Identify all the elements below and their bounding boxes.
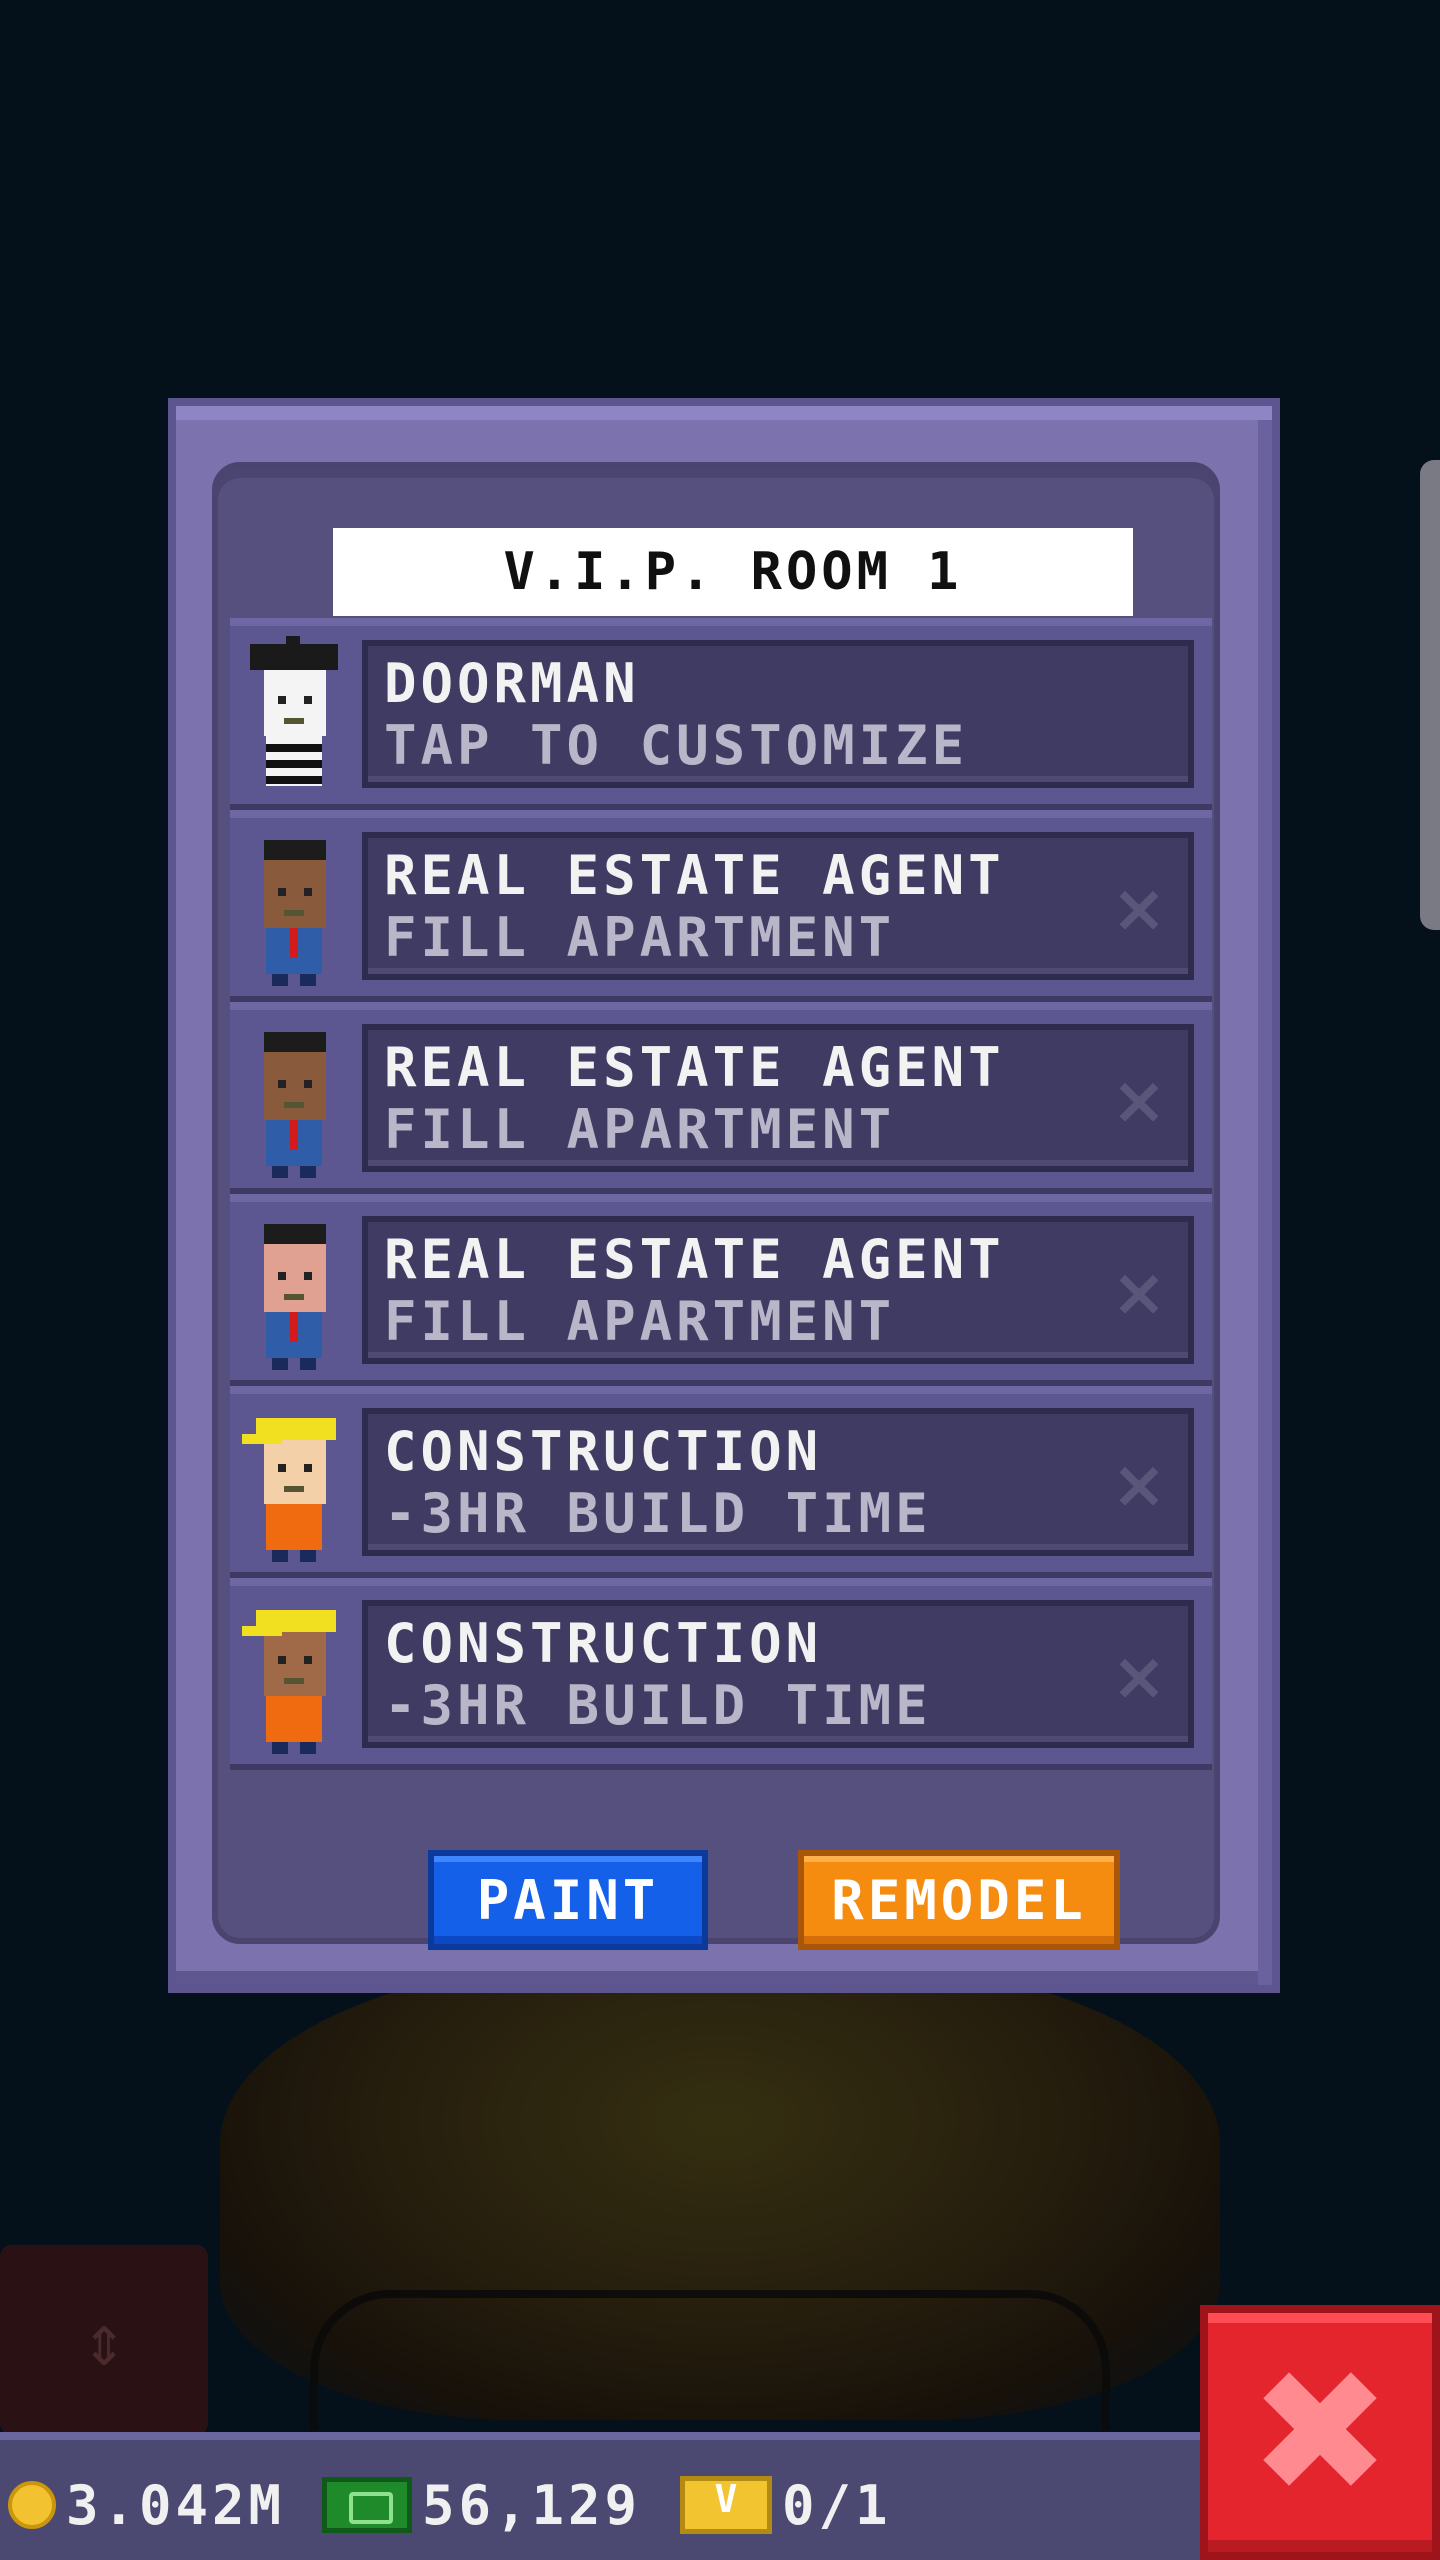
agent-avatar (238, 828, 350, 988)
room-title: V.I.P. ROOM 1 (333, 528, 1133, 616)
evict-icon[interactable]: × (1108, 876, 1170, 942)
side-scroll-tab[interactable] (1420, 460, 1440, 930)
staff-info-box[interactable]: CONSTRUCTION -3HR BUILD TIME × (362, 1408, 1194, 1556)
elevator-arrows-icon: ⇕ (82, 2298, 126, 2382)
staff-role-label: REAL ESTATE AGENT (384, 1228, 1005, 1291)
staff-subtitle: -3HR BUILD TIME (384, 1674, 932, 1737)
staff-info-box[interactable]: REAL ESTATE AGENT FILL APARTMENT × (362, 1024, 1194, 1172)
staff-role-label: REAL ESTATE AGENT (384, 1036, 1005, 1099)
staff-info-box[interactable]: REAL ESTATE AGENT FILL APARTMENT × (362, 832, 1194, 980)
bux-counter: 56,129 (322, 2470, 641, 2540)
evict-icon[interactable]: × (1108, 1260, 1170, 1326)
staff-role-label: CONSTRUCTION (384, 1420, 823, 1483)
staff-role-label: REAL ESTATE AGENT (384, 844, 1005, 907)
staff-info-box[interactable]: CONSTRUCTION -3HR BUILD TIME × (362, 1600, 1194, 1748)
staff-role-label: CONSTRUCTION (384, 1612, 823, 1675)
staff-row[interactable]: REAL ESTATE AGENT FILL APARTMENT × (230, 810, 1212, 1002)
staff-row[interactable]: CONSTRUCTION -3HR BUILD TIME × (230, 1578, 1212, 1770)
construction-worker-avatar (238, 1596, 350, 1756)
evict-icon[interactable]: × (1108, 1068, 1170, 1134)
agent-avatar (238, 1020, 350, 1180)
paint-button[interactable]: PAINT (428, 1850, 708, 1950)
room-modal-inner: V.I.P. ROOM 1 DOORMAN TAP TO CUSTOMIZE R… (212, 462, 1220, 1950)
staff-info-box[interactable]: DOORMAN TAP TO CUSTOMIZE (362, 640, 1194, 788)
close-button[interactable]: ✖ (1200, 2305, 1440, 2560)
staff-info-box[interactable]: REAL ESTATE AGENT FILL APARTMENT × (362, 1216, 1194, 1364)
bux-value: 56,129 (422, 2473, 642, 2537)
mime-doorman-avatar (238, 636, 350, 796)
coin-icon (8, 2481, 56, 2529)
bux-icon (322, 2477, 412, 2533)
staff-row[interactable]: CONSTRUCTION -3HR BUILD TIME × (230, 1386, 1212, 1578)
staff-subtitle: FILL APARTMENT (384, 1098, 896, 1161)
elevator-button[interactable]: ⇕ (0, 2245, 208, 2435)
coins-value: 3.042M (66, 2473, 286, 2537)
background-gate (310, 2290, 1110, 2430)
staff-subtitle: FILL APARTMENT (384, 1290, 896, 1353)
staff-list: DOORMAN TAP TO CUSTOMIZE REAL ESTATE AGEN… (230, 618, 1212, 1770)
staff-subtitle: -3HR BUILD TIME (384, 1482, 932, 1545)
vip-ticket-icon (680, 2476, 772, 2534)
evict-icon[interactable]: × (1108, 1644, 1170, 1710)
room-modal: V.I.P. ROOM 1 DOORMAN TAP TO CUSTOMIZE R… (168, 398, 1280, 1993)
agent-avatar (238, 1212, 350, 1372)
remodel-button[interactable]: REMODEL (798, 1850, 1120, 1950)
tickets-counter: 0/1 (680, 2470, 892, 2540)
close-icon: ✖ (1248, 2333, 1392, 2532)
staff-row[interactable]: DOORMAN TAP TO CUSTOMIZE (230, 618, 1212, 810)
staff-row[interactable]: REAL ESTATE AGENT FILL APARTMENT × (230, 1002, 1212, 1194)
staff-row[interactable]: REAL ESTATE AGENT FILL APARTMENT × (230, 1194, 1212, 1386)
staff-role-label: DOORMAN (384, 652, 640, 715)
staff-subtitle: TAP TO CUSTOMIZE (384, 714, 969, 777)
tickets-value: 0/1 (782, 2473, 892, 2537)
construction-worker-avatar (238, 1404, 350, 1564)
evict-icon[interactable]: × (1108, 1452, 1170, 1518)
coins-counter: 3.042M (8, 2470, 285, 2540)
staff-subtitle: FILL APARTMENT (384, 906, 896, 969)
